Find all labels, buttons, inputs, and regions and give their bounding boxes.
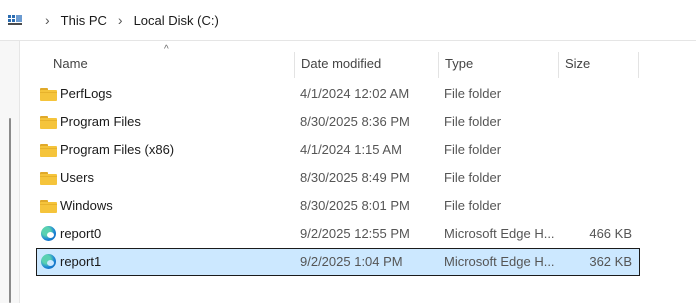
file-name: Users [60,170,94,185]
column-header-row: ^ Name Date modified Type Size [36,44,640,80]
column-header-size[interactable]: Size [565,48,635,80]
file-row[interactable]: Users 8/30/2025 8:49 PM File folder [36,164,640,192]
chevron-right-icon[interactable]: › [118,12,123,28]
file-size: 466 KB [589,226,632,241]
column-divider[interactable] [638,52,639,78]
file-name: Program Files (x86) [60,142,175,157]
file-row[interactable]: PerfLogs 4/1/2024 12:02 AM File folder [36,80,640,108]
file-type: Microsoft Edge H... [444,226,555,241]
file-size [556,108,632,136]
column-divider[interactable] [438,52,439,78]
file-date-modified: 4/1/2024 12:02 AM [300,86,410,101]
folder-icon [40,114,57,130]
file-row[interactable]: Program Files (x86) 4/1/2024 1:15 AM Fil… [36,136,640,164]
file-size [556,192,632,220]
file-type: Microsoft Edge H... [444,254,555,269]
file-name: Program Files [60,114,141,129]
folder-icon [40,170,57,186]
file-date-modified: 9/2/2025 1:04 PM [300,254,403,269]
column-header-type[interactable]: Type [445,48,555,80]
file-size [556,80,632,108]
folder-icon [40,142,57,158]
file-size: 362 KB [589,254,632,269]
breadcrumb-item-this-pc[interactable]: This PC [61,13,107,28]
breadcrumb-item-local-disk[interactable]: Local Disk (C:) [134,13,219,28]
column-header-name[interactable]: Name [53,48,293,80]
file-date-modified: 8/30/2025 8:36 PM [300,114,410,129]
file-date-modified: 8/30/2025 8:01 PM [300,198,410,213]
file-date-modified: 9/2/2025 12:55 PM [300,226,410,241]
navigation-pane-scrollbar[interactable] [9,118,11,303]
column-divider[interactable] [558,52,559,78]
file-row[interactable]: report0 9/2/2025 12:55 PM Microsoft Edge… [36,220,640,248]
file-row-selected[interactable]: report1 9/2/2025 1:04 PM Microsoft Edge … [36,248,640,276]
column-divider[interactable] [294,52,295,78]
file-type: File folder [444,170,502,185]
file-name: report0 [60,226,102,241]
file-date-modified: 8/30/2025 8:49 PM [300,170,410,185]
edge-html-icon [40,254,57,270]
file-date-modified: 4/1/2024 1:15 AM [300,142,402,157]
file-name: report1 [60,254,102,269]
file-name: Windows [60,198,113,213]
file-name: PerfLogs [60,86,113,101]
file-type: File folder [444,198,502,213]
file-row[interactable]: Program Files 8/30/2025 8:36 PM File fol… [36,108,640,136]
file-type: File folder [444,114,502,129]
file-list: PerfLogs 4/1/2024 12:02 AM File folder P… [36,80,640,276]
folder-icon [40,86,57,102]
this-pc-icon[interactable] [8,12,24,28]
file-size [556,136,632,164]
file-row[interactable]: Windows 8/30/2025 8:01 PM File folder [36,192,640,220]
edge-html-icon [40,226,57,242]
folder-icon [40,198,57,214]
chevron-right-icon[interactable]: › [45,12,50,28]
file-type: File folder [444,86,502,101]
column-header-date-modified[interactable]: Date modified [301,48,431,80]
file-type: File folder [444,142,502,157]
breadcrumb: › This PC › Local Disk (C:) [8,0,219,40]
address-bar[interactable]: › This PC › Local Disk (C:) [0,0,696,41]
file-size [556,164,632,192]
